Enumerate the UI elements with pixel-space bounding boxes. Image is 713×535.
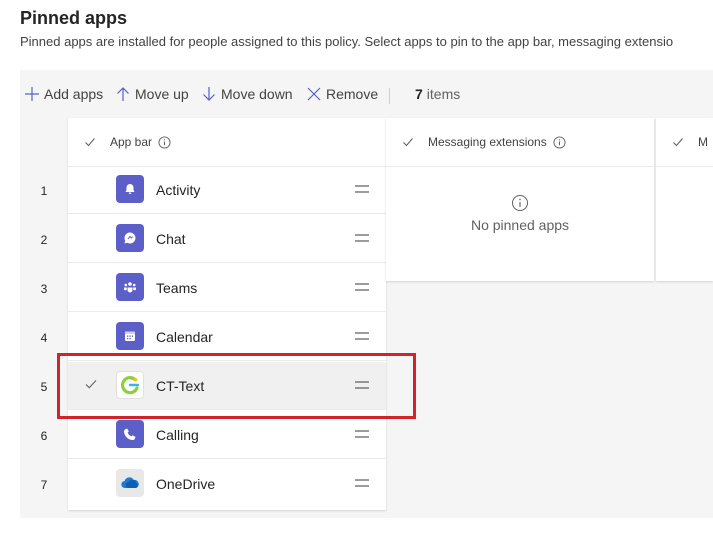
app-name: Activity [156,182,201,198]
select-all-checkmark-icon[interactable] [672,136,684,148]
row-checkmark-icon[interactable] [84,377,98,391]
page-title: Pinned apps [20,8,128,28]
app-name: Calendar [156,329,213,345]
row-number: 7 [40,477,48,492]
chat-icon [116,224,144,252]
third-column: M [656,118,713,281]
drag-handle-icon[interactable] [354,429,370,439]
drag-handle-icon[interactable] [354,380,370,390]
drag-handle-icon[interactable] [354,233,370,243]
item-count-number: 7 [415,86,423,102]
item-count-label: items [426,86,461,102]
drag-handle-icon[interactable] [354,282,370,292]
item-count: 7 items [415,70,460,118]
row-number: 2 [40,232,48,247]
app-name: Teams [156,280,198,296]
drag-handle-icon[interactable] [354,331,370,341]
app-bar-header: App bar [68,118,386,167]
select-all-checkmark-icon[interactable] [84,136,96,148]
row-number: 1 [40,183,48,198]
select-all-checkmark-icon[interactable] [402,136,414,148]
onedrive-icon [116,469,144,497]
row-number: 6 [40,428,48,443]
messaging-extensions-header-label: Messaging extensions [428,135,547,149]
app-name: OneDrive [156,476,216,492]
app-name: Calling [156,427,199,443]
info-icon [512,195,528,211]
move-down-button[interactable]: Move down [201,70,293,118]
messaging-extensions-header: Messaging extensions [386,118,654,167]
remove-label: Remove [326,86,379,102]
drag-handle-icon[interactable] [354,184,370,194]
row-number: 4 [40,330,48,345]
arrow-up-icon [117,87,129,101]
app-bar-column: App bar Activity Chat Teams Calendar CT-… [68,118,386,510]
table-row[interactable]: OneDrive [68,460,386,508]
app-name: Chat [156,231,186,247]
move-down-label: Move down [221,86,293,102]
table-row-selected[interactable]: CT-Text [68,362,386,410]
bell-icon [116,175,144,203]
move-up-label: Move up [135,86,189,102]
row-number: 5 [40,379,48,394]
row-number: 3 [40,281,48,296]
teams-icon [116,273,144,301]
add-apps-label: Add apps [44,86,104,102]
empty-state-text: No pinned apps [470,217,570,233]
table-row[interactable]: Calling [68,411,386,459]
table-row[interactable]: Activity [68,166,386,214]
ct-text-logo-icon [116,371,144,399]
toolbar: Add apps Move up Move down Remove 7 item… [20,70,713,118]
info-icon[interactable] [553,135,566,149]
third-column-header: M [656,118,713,167]
info-icon[interactable] [158,135,171,149]
table-row[interactable]: Teams [68,264,386,312]
app-bar-header-label: App bar [110,135,153,149]
close-icon [307,87,321,101]
arrow-down-icon [203,87,215,101]
page-subtitle: Pinned apps are installed for people ass… [20,34,674,49]
remove-button[interactable]: Remove [306,70,378,118]
plus-icon [25,87,39,101]
app-name: CT-Text [156,378,205,394]
phone-icon [116,420,144,448]
third-column-header-label: M [698,135,708,149]
drag-handle-icon[interactable] [354,478,370,488]
messaging-extensions-column: Messaging extensions No pinned apps [386,118,654,281]
toolbar-divider [389,88,390,104]
move-up-button[interactable]: Move up [115,70,189,118]
table-row[interactable]: Chat [68,215,386,263]
table-row[interactable]: Calendar [68,313,386,361]
add-apps-button[interactable]: Add apps [24,70,103,118]
calendar-icon [116,322,144,350]
